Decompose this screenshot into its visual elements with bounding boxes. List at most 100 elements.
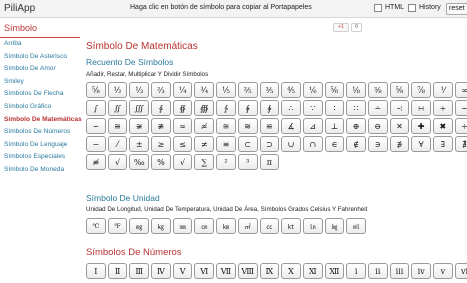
symbol-key[interactable]: ≊ bbox=[216, 118, 236, 134]
symbol-key[interactable]: ⊿ bbox=[302, 118, 323, 134]
html-checkbox[interactable] bbox=[374, 4, 382, 12]
symbol-key[interactable]: ㎝ bbox=[194, 218, 215, 234]
sidebar-item[interactable]: Smiley bbox=[4, 78, 24, 85]
symbol-key[interactable]: ⅝ bbox=[86, 82, 106, 98]
sidebar-item[interactable]: Símbolo De Asterisco bbox=[4, 53, 67, 60]
symbol-key[interactable]: ⊕ bbox=[346, 118, 366, 134]
symbol-key[interactable]: ⅱ bbox=[367, 263, 388, 279]
symbol-key[interactable]: ∪ bbox=[281, 136, 301, 152]
reset-button[interactable]: reset bbox=[446, 3, 467, 15]
symbol-key[interactable]: ∳ bbox=[259, 100, 280, 116]
symbol-key[interactable]: ⅲ bbox=[389, 263, 410, 279]
sidebar-item[interactable]: Símbolo De Amor bbox=[4, 65, 56, 72]
symbol-key[interactable]: ≌ bbox=[259, 118, 280, 134]
symbol-key[interactable]: ㏄ bbox=[259, 218, 280, 234]
symbol-key[interactable]: ✖ bbox=[433, 118, 453, 134]
symbol-key[interactable]: ⅰ bbox=[346, 263, 366, 279]
symbol-key[interactable]: ⊃ bbox=[259, 136, 280, 152]
symbol-key[interactable]: ∬ bbox=[107, 100, 128, 116]
sidebar-item[interactable]: Símbolos De Flecha bbox=[4, 90, 63, 97]
symbol-key[interactable]: % bbox=[151, 154, 171, 170]
symbol-key[interactable]: Ⅰ bbox=[86, 263, 106, 279]
symbol-key[interactable]: √ bbox=[107, 154, 128, 170]
symbol-key[interactable]: ✕ bbox=[389, 118, 410, 134]
history-checkbox[interactable] bbox=[408, 4, 416, 12]
symbol-key[interactable]: ㏏ bbox=[281, 218, 301, 234]
symbol-key[interactable]: ∉ bbox=[346, 136, 366, 152]
symbol-key[interactable]: ≤ bbox=[172, 136, 193, 152]
symbol-key[interactable]: ⊖ bbox=[367, 118, 388, 134]
app-brand[interactable]: PiliApp bbox=[4, 3, 35, 14]
sidebar-item[interactable]: Símbolo De Moneda bbox=[4, 166, 64, 173]
symbol-key[interactable]: ⅴ bbox=[433, 263, 453, 279]
symbol-key[interactable]: ∭ bbox=[129, 100, 150, 116]
symbol-key[interactable]: ∲ bbox=[237, 100, 258, 116]
symbol-key[interactable]: ∵ bbox=[302, 100, 323, 116]
symbol-key[interactable]: ⅛ bbox=[346, 82, 366, 98]
symbol-key[interactable]: ∞ bbox=[454, 82, 467, 98]
symbol-key[interactable]: ⊥ bbox=[324, 118, 345, 134]
symbol-key[interactable]: Ⅵ bbox=[194, 263, 215, 279]
symbol-key[interactable]: ㎜ bbox=[172, 218, 193, 234]
symbol-key[interactable]: ∫ bbox=[86, 100, 106, 116]
symbol-key[interactable]: ㏕ bbox=[346, 218, 366, 234]
symbol-key[interactable]: ∮ bbox=[151, 100, 171, 116]
symbol-key[interactable]: ∺ bbox=[411, 100, 431, 116]
symbol-key[interactable]: ⊂ bbox=[237, 136, 258, 152]
symbol-key[interactable]: ½ bbox=[107, 82, 128, 98]
symbol-key[interactable]: ∡ bbox=[281, 118, 301, 134]
symbol-key[interactable]: ℉ bbox=[107, 218, 128, 234]
symbol-key[interactable]: − bbox=[86, 136, 106, 152]
symbol-key[interactable]: ⅔ bbox=[151, 82, 171, 98]
symbol-key[interactable]: ≆ bbox=[129, 118, 150, 134]
symbol-key[interactable]: ℃ bbox=[86, 218, 106, 234]
symbol-key[interactable]: ∻ bbox=[433, 100, 453, 116]
symbol-key[interactable]: ∄ bbox=[454, 136, 467, 152]
sidebar-item[interactable]: Símbolos De Números bbox=[4, 128, 70, 135]
symbol-key[interactable]: ∴ bbox=[281, 100, 301, 116]
symbol-key[interactable]: π bbox=[259, 154, 280, 170]
symbol-key[interactable]: ≢ bbox=[86, 154, 106, 170]
symbol-key[interactable]: ㏑ bbox=[302, 218, 323, 234]
symbol-key[interactable]: ⅗ bbox=[259, 82, 280, 98]
symbol-key[interactable]: ≈ bbox=[172, 118, 193, 134]
symbol-key[interactable]: ∹ bbox=[389, 100, 410, 116]
symbol-key[interactable]: ∃ bbox=[433, 136, 453, 152]
symbol-key[interactable]: ³ bbox=[237, 154, 258, 170]
symbol-key[interactable]: ≋ bbox=[237, 118, 258, 134]
symbol-key[interactable]: ✚ bbox=[411, 118, 431, 134]
symbol-key[interactable]: ≇ bbox=[151, 118, 171, 134]
symbol-key[interactable]: Ⅸ bbox=[259, 263, 280, 279]
symbol-key[interactable]: Ⅳ bbox=[151, 263, 171, 279]
symbol-key[interactable]: Ⅹ bbox=[281, 263, 301, 279]
symbol-key[interactable]: Ⅺ bbox=[302, 263, 323, 279]
symbol-key[interactable]: ∌ bbox=[389, 136, 410, 152]
symbol-key[interactable]: ∯ bbox=[172, 100, 193, 116]
symbol-key[interactable]: ⅞ bbox=[411, 82, 431, 98]
symbol-key[interactable]: ≡ bbox=[216, 136, 236, 152]
symbol-key[interactable]: ㎎ bbox=[129, 218, 150, 234]
symbol-key[interactable]: ∽ bbox=[86, 118, 106, 134]
symbol-key[interactable]: ㎞ bbox=[216, 218, 236, 234]
symbol-key[interactable]: ⅙ bbox=[302, 82, 323, 98]
symbol-key[interactable]: ² bbox=[216, 154, 236, 170]
symbol-key[interactable]: ⅝ bbox=[389, 82, 410, 98]
symbol-key[interactable]: Ⅷ bbox=[237, 263, 258, 279]
symbol-key[interactable]: ∷ bbox=[346, 100, 366, 116]
symbol-key[interactable]: ㏒ bbox=[324, 218, 345, 234]
symbol-key[interactable]: ÷ bbox=[454, 118, 467, 134]
symbol-key[interactable]: ∀ bbox=[411, 136, 431, 152]
symbol-key[interactable]: ∼ bbox=[454, 100, 467, 116]
google-plus-button[interactable]: +1 bbox=[333, 23, 349, 32]
symbol-key[interactable]: ⅓ bbox=[129, 82, 150, 98]
symbol-key[interactable]: ∸ bbox=[367, 100, 388, 116]
symbol-key[interactable]: ㎏ bbox=[151, 218, 171, 234]
sidebar-item[interactable]: Arriba bbox=[4, 40, 22, 47]
symbol-key[interactable]: ⅚ bbox=[324, 82, 345, 98]
symbol-key[interactable]: ∈ bbox=[324, 136, 345, 152]
symbol-key[interactable]: ± bbox=[129, 136, 150, 152]
symbol-key[interactable]: ⅘ bbox=[281, 82, 301, 98]
symbol-key[interactable]: ¼ bbox=[172, 82, 193, 98]
symbol-key[interactable]: ∶ bbox=[324, 100, 345, 116]
symbol-key[interactable]: ‰ bbox=[129, 154, 150, 170]
